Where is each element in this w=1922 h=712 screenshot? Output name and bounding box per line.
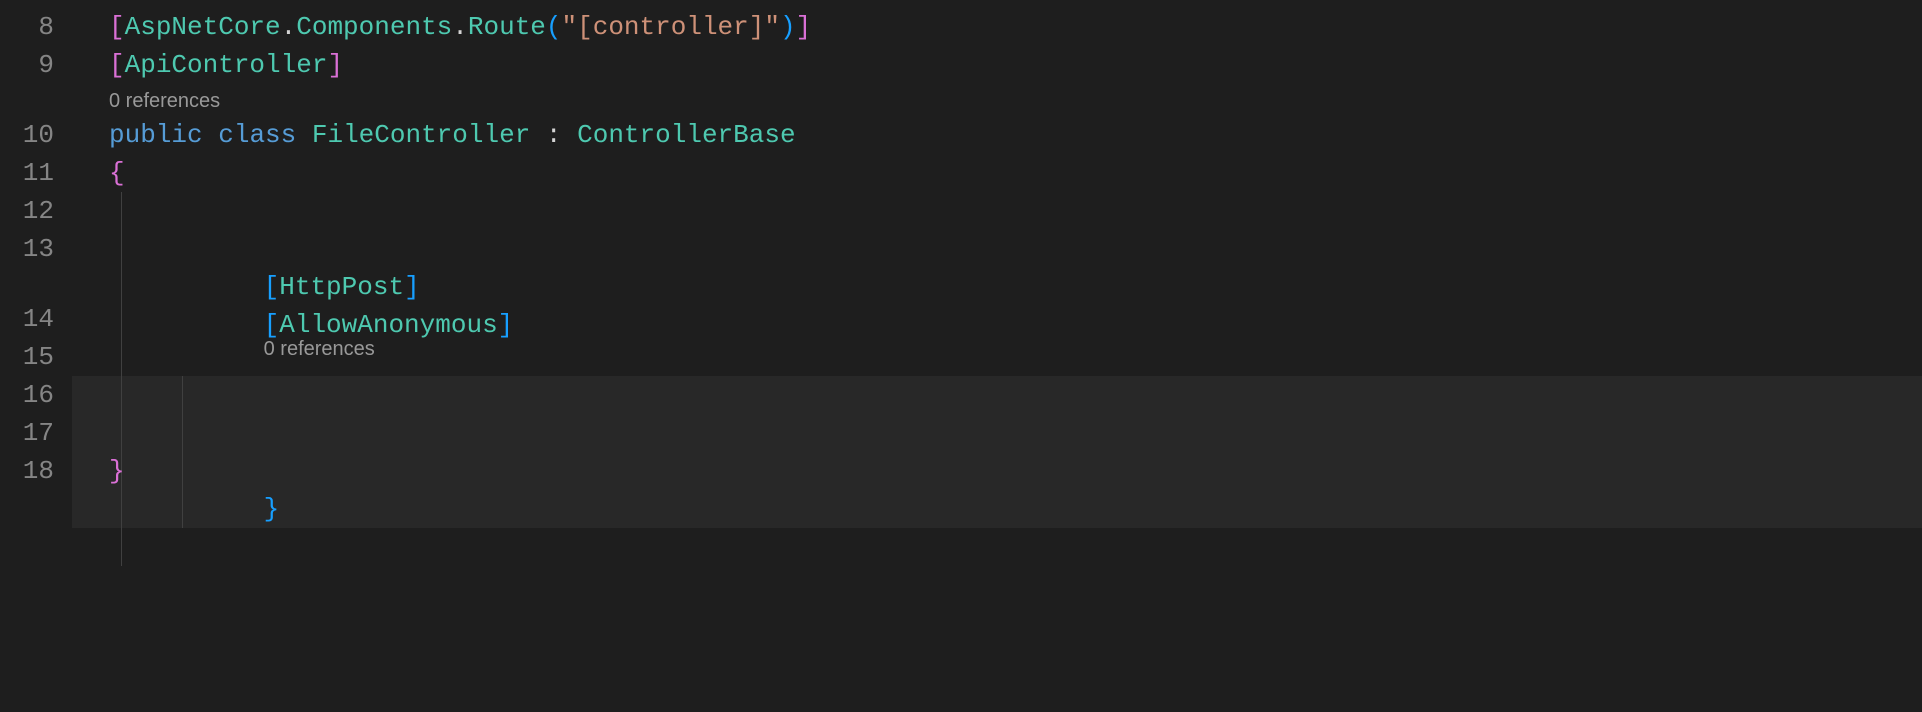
attr-name: ApiController [125,50,328,80]
line-number: 16 [0,376,72,414]
paren-open: ( [546,12,562,42]
bracket-open: [ [109,12,125,42]
line-number: 17 [0,414,72,452]
colon: : [546,120,562,150]
line-number: 15 [0,338,72,376]
code-content[interactable]: } [72,414,1922,566]
code-editor[interactable]: 8 [AspNetCore.Components.Route("[control… [0,0,1922,712]
base-class: ControllerBase [577,120,795,150]
code-line[interactable]: 17 } [0,414,1922,452]
line-number: 9 [0,46,72,84]
code-line[interactable]: 14 public IActionResult Upload (FileView… [0,300,1922,338]
attr-namespace: Components [296,12,452,42]
code-line[interactable]: 8 [AspNetCore.Components.Route("[control… [0,8,1922,46]
line-number: 10 [0,116,72,154]
attr-namespace: AspNetCore [125,12,281,42]
code-line[interactable]: 13 [AllowAnonymous] [0,230,1922,268]
code-content[interactable]: } [72,452,1922,490]
code-content[interactable]: { [72,154,1922,192]
code-line[interactable]: 12 [HttpPost] [0,192,1922,230]
line-number: 11 [0,154,72,192]
brace-close: } [109,456,125,486]
string-literal: "[controller]" [562,12,780,42]
line-number: 13 [0,230,72,268]
code-content[interactable]: [AspNetCore.Components.Route("[controlle… [72,8,1922,46]
code-line[interactable]: 11 { [0,154,1922,192]
codelens-references[interactable]: 0 references [109,90,220,112]
code-line-current[interactable]: 16 [0,376,1922,414]
brace-open: { [109,158,125,188]
line-number: 18 [0,452,72,490]
codelens-row: 0 references [0,268,1922,300]
class-name: FileController [312,120,530,150]
line-number: 12 [0,192,72,230]
line-number: 8 [0,8,72,46]
code-line[interactable]: 15 { [0,338,1922,376]
bracket-close: ] [327,50,343,80]
code-line[interactable]: 9 [ApiController] [0,46,1922,84]
line-number: 14 [0,300,72,338]
code-content[interactable]: [ApiController] [72,46,1922,84]
keyword-class: class [218,120,296,150]
keyword-public: public [109,120,203,150]
brace-close: } [264,494,280,524]
bracket-close: ] [796,12,812,42]
code-line[interactable]: 10 public class FileController : Control… [0,116,1922,154]
codelens-row: 0 references [0,84,1922,116]
attr-name: Route [468,12,546,42]
paren-close: ) [780,12,796,42]
code-content[interactable]: public class FileController : Controller… [72,116,1922,154]
bracket-open: [ [109,50,125,80]
code-line[interactable]: 18 } [0,452,1922,490]
